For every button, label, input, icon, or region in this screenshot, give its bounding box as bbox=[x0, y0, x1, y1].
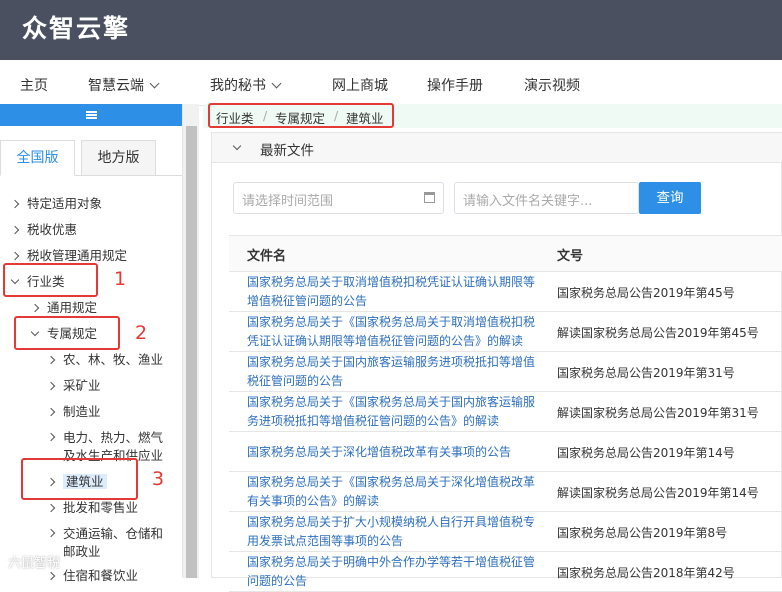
nav-my-secretary[interactable]: 我的秘书 bbox=[210, 75, 282, 95]
keyword-placeholder: 请输入文件名关键字... bbox=[463, 194, 593, 209]
chevron-right-icon bbox=[46, 571, 56, 581]
sidebar-toggle[interactable] bbox=[0, 104, 182, 126]
chevron-right-icon bbox=[46, 381, 56, 391]
nav-smart-cloud[interactable]: 智慧云端 bbox=[88, 75, 160, 95]
main-nav: 主页 智慧云端 我的秘书 网上商城 操作手册 演示视频 bbox=[0, 60, 782, 106]
chevron-right-icon bbox=[46, 528, 56, 538]
file-number: 国家税务总局公告2019年第45号 bbox=[557, 285, 735, 300]
nav-manual[interactable]: 操作手册 bbox=[427, 75, 483, 95]
panel-header[interactable]: 最新文件 bbox=[212, 133, 782, 163]
tree-item-manufacturing[interactable]: 制造业 bbox=[46, 403, 101, 421]
tree-item-wholesale[interactable]: 批发和零售业 bbox=[46, 499, 139, 517]
tree-label: 采矿业 bbox=[63, 378, 101, 393]
annotation-box-breadcrumb bbox=[208, 103, 394, 128]
annotation-number-2: 2 bbox=[135, 322, 148, 344]
tab-local[interactable]: 地方版 bbox=[81, 140, 156, 176]
date-range-placeholder: 请选择时间范围 bbox=[242, 194, 334, 209]
tab-national[interactable]: 全国版 bbox=[0, 140, 75, 176]
tree-label: 住宿和餐饮业 bbox=[63, 568, 139, 583]
file-name-link[interactable]: 国家税务总局关于《国家税务总局关于取消增值税扣税凭证认证确认期限等增值税征管问题… bbox=[247, 312, 539, 352]
chevron-down-icon bbox=[149, 78, 160, 89]
chevron-down-icon bbox=[271, 78, 282, 89]
annotation-box-industry bbox=[3, 263, 98, 297]
col-header-name: 文件名 bbox=[247, 249, 287, 264]
chevron-right-icon bbox=[46, 407, 56, 417]
tree-item-specific-objects[interactable]: 特定适用对象 bbox=[10, 195, 103, 213]
table-row: 国家税务总局关于国内旅客运输服务进项税抵扣等增值税征管问题的公告 国家税务总局公告… bbox=[229, 352, 782, 392]
sidebar-tabs: 全国版 地方版 bbox=[0, 140, 182, 176]
nav-home[interactable]: 主页 bbox=[20, 75, 48, 95]
table-row: 国家税务总局关于扩大小规模纳税人自行开具增值税专用发票试点范围等事项的公告 国家税… bbox=[229, 512, 782, 552]
file-name-link[interactable]: 国家税务总局关于扩大小规模纳税人自行开具增值税专用发票试点范围等事项的公告 bbox=[247, 512, 539, 552]
date-range-input[interactable]: 请选择时间范围 bbox=[233, 182, 444, 214]
watermark: 六鼠智税 bbox=[8, 556, 61, 571]
chevron-right-icon bbox=[10, 199, 20, 209]
tree-item-agriculture[interactable]: 农、林、牧、渔业 bbox=[46, 351, 164, 369]
file-name-link[interactable]: 国家税务总局关于取消增值税扣税凭证认证确认期限等增值税征管问题的公告 bbox=[247, 272, 539, 312]
chevron-right-icon bbox=[10, 225, 20, 235]
table-row: 国家税务总局关于《国家税务总局关于取消增值税扣税凭证认证确认期限等增值税征管问题… bbox=[229, 312, 782, 352]
file-number: 解读国家税务总局公告2019年第45号 bbox=[557, 325, 759, 340]
table-row: 国家税务总局关于《国家税务总局关于国内旅客运输服务进项税抵扣等增值税征管问题的公… bbox=[229, 392, 782, 432]
file-name-link[interactable]: 国家税务总局关于深化增值税改革有关事项的公告 bbox=[247, 432, 539, 472]
chevron-right-icon bbox=[30, 303, 40, 313]
file-name-link[interactable]: 国家税务总局关于《国家税务总局关于国内旅客运输服务进项税抵扣等增值税征管问题的公… bbox=[247, 392, 539, 432]
tree-item-mining[interactable]: 采矿业 bbox=[46, 377, 101, 395]
tree-label: 税收管理通用规定 bbox=[27, 248, 128, 263]
annotation-box-construction bbox=[21, 458, 138, 500]
menu-icon bbox=[86, 111, 97, 113]
tree-item-tax-benefits[interactable]: 税收优惠 bbox=[10, 221, 78, 239]
table-body: 国家税务总局关于取消增值税扣税凭证认证确认期限等增值税征管问题的公告 国家税务总局… bbox=[229, 272, 782, 592]
keyword-search-input[interactable]: 请输入文件名关键字... bbox=[454, 182, 639, 214]
tree-item-general-rules[interactable]: 通用规定 bbox=[30, 299, 98, 317]
latest-files-panel: 最新文件 请选择时间范围 请输入文件名关键字... 查询 文件名 文号 国家税务… bbox=[211, 132, 782, 592]
top-header: 众智云擎 bbox=[0, 0, 782, 60]
chevron-right-icon bbox=[10, 251, 20, 261]
files-table: 文件名 文号 国家税务总局关于取消增值税扣税凭证认证确认期限等增值税征管问题的公… bbox=[229, 235, 782, 592]
file-number: 解读国家税务总局公告2019年第14号 bbox=[557, 485, 759, 500]
tree-item-transport[interactable]: 交通运输、仓储和邮政业 bbox=[46, 525, 175, 561]
file-name-link[interactable]: 国家税务总局关于国内旅客运输服务进项税抵扣等增值税征管问题的公告 bbox=[247, 352, 539, 392]
table-row: 国家税务总局关于明确中外合作办学等若干增值税征管问题的公告 国家税务总局公告201… bbox=[229, 552, 782, 592]
file-name-link[interactable]: 国家税务总局关于明确中外合作办学等若干增值税征管问题的公告 bbox=[247, 552, 539, 592]
file-name-link[interactable]: 国家税务总局关于《国家税务总局关于深化增值税改革有关事项的公告》的解读 bbox=[247, 472, 539, 512]
panel-title: 最新文件 bbox=[260, 143, 314, 159]
chevron-right-icon bbox=[46, 432, 56, 442]
app-logo: 众智云擎 bbox=[22, 14, 131, 43]
table-row: 国家税务总局关于《国家税务总局关于深化增值税改革有关事项的公告》的解读 解读国家税… bbox=[229, 472, 782, 512]
chevron-right-icon bbox=[46, 355, 56, 365]
tree-label: 交通运输、仓储和邮政业 bbox=[63, 526, 164, 559]
file-number: 国家税务总局公告2019年第8号 bbox=[557, 525, 728, 540]
nav-demo-video[interactable]: 演示视频 bbox=[524, 75, 580, 95]
nav-online-mall[interactable]: 网上商城 bbox=[332, 75, 388, 95]
sidebar-scrollbar[interactable] bbox=[182, 104, 199, 578]
chevron-right-icon bbox=[46, 503, 56, 513]
annotation-number-1: 1 bbox=[114, 268, 127, 290]
annotation-box-special-rules bbox=[14, 316, 120, 350]
file-number: 国家税务总局公告2019年第14号 bbox=[557, 445, 735, 460]
tree-label: 制造业 bbox=[63, 404, 101, 419]
table-row: 国家税务总局关于深化增值税改革有关事项的公告 国家税务总局公告2019年第14号 bbox=[229, 432, 782, 472]
tree-label: 批发和零售业 bbox=[63, 500, 139, 515]
table-row: 国家税务总局关于取消增值税扣税凭证认证确认期限等增值税征管问题的公告 国家税务总局… bbox=[229, 272, 782, 312]
chevron-down-icon bbox=[232, 141, 242, 151]
file-number: 解读国家税务总局公告2019年第31号 bbox=[557, 405, 759, 420]
file-number: 国家税务总局公告2018年第42号 bbox=[557, 565, 735, 580]
file-number: 国家税务总局公告2019年第31号 bbox=[557, 365, 735, 380]
main-content: 行业类 / 专属规定 / 建筑业 最新文件 请选择时间范围 请输入文件名关键字.… bbox=[203, 104, 782, 592]
tree-label: 农、林、牧、渔业 bbox=[63, 352, 164, 367]
tree-item-hospitality[interactable]: 住宿和餐饮业 bbox=[46, 567, 139, 585]
tree-label: 税收优惠 bbox=[27, 222, 78, 237]
tree-label: 通用规定 bbox=[47, 300, 98, 315]
tree-label: 特定适用对象 bbox=[27, 196, 103, 211]
calendar-icon bbox=[424, 192, 435, 203]
scrollbar-thumb[interactable] bbox=[186, 126, 197, 578]
nav-my-secretary-label: 我的秘书 bbox=[210, 78, 266, 94]
nav-smart-cloud-label: 智慧云端 bbox=[88, 78, 144, 94]
search-button[interactable]: 查询 bbox=[639, 182, 701, 214]
col-header-no: 文号 bbox=[557, 249, 584, 264]
annotation-number-3: 3 bbox=[152, 468, 165, 490]
table-header: 文件名 文号 bbox=[229, 236, 782, 272]
